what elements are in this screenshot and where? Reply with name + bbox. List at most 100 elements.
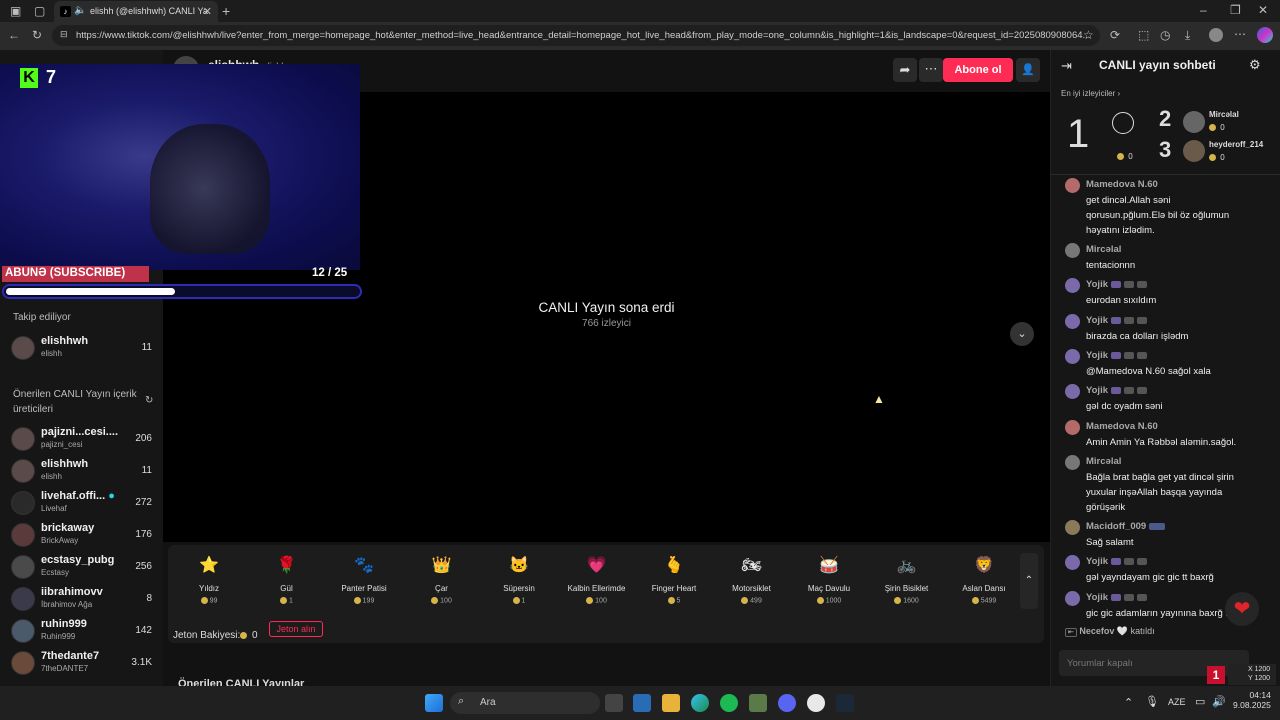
suggested-item[interactable]: 7thedante7 7theDANTE7 3.1K	[11, 649, 156, 677]
gift-item[interactable]: 💗 Kalbin Ellerimde 100	[561, 553, 633, 613]
speaker-icon[interactable]: 🔈	[74, 5, 86, 16]
suggested-item[interactable]: livehaf.offi... ● Livehaf 272	[11, 489, 156, 517]
download-icon[interactable]: ⤓	[1185, 28, 1190, 43]
suggested-item[interactable]: ecstasy_pubg Ecstasy 256	[11, 553, 156, 581]
game-app-icon[interactable]	[749, 694, 767, 712]
chat-username[interactable]: Macidoff_009	[1086, 521, 1166, 532]
chrome-icon[interactable]	[807, 694, 825, 712]
share-icon[interactable]: ➦	[893, 58, 917, 82]
close-icon[interactable]: ✕	[203, 5, 212, 18]
windows-start-icon[interactable]	[425, 694, 443, 712]
suggested-item[interactable]: ruhin999 Ruhin999 142	[11, 617, 156, 645]
refresh-icon[interactable]: ↻	[145, 395, 153, 406]
site-info-icon[interactable]: ⊟	[60, 29, 68, 40]
gift-item[interactable]: 🌹 Gül 1	[251, 553, 323, 613]
spotify-icon[interactable]	[720, 694, 738, 712]
gift-item[interactable]: 🥁 Maç Davulu 1000	[793, 553, 865, 613]
gift-icon: 🚲	[896, 557, 917, 574]
gift-item[interactable]: 🐾 Panter Patisi 199	[328, 553, 400, 613]
chat-username[interactable]: Yojik	[1086, 315, 1147, 326]
favorite-icon[interactable]: ☆	[1083, 28, 1094, 42]
language-indicator[interactable]: AZE	[1168, 697, 1186, 707]
chat-avatar[interactable]	[1065, 243, 1080, 258]
extensions-icon[interactable]: ⬚	[1138, 28, 1149, 42]
display-icon[interactable]: ▭	[1195, 695, 1205, 708]
chat-avatar[interactable]	[1065, 455, 1080, 470]
url-field[interactable]: ⊟ https://www.tiktok.com/@elishhwh/live?…	[52, 25, 1100, 46]
more-options-icon[interactable]: ⋯	[919, 58, 943, 82]
overlay-app-icon[interactable]: 1	[1207, 666, 1225, 684]
chat-avatar[interactable]	[1065, 420, 1080, 435]
refresh-ext-icon[interactable]: ⟳	[1110, 28, 1120, 42]
gift-item[interactable]: 🫰 Finger Heart 5	[638, 553, 710, 613]
task-view-icon[interactable]	[605, 694, 623, 712]
chat-username[interactable]: Mamedova N.60	[1086, 179, 1158, 190]
suggested-item[interactable]: elishhwh elishh 11	[11, 457, 156, 485]
chat-username[interactable]: Mamedova N.60	[1086, 421, 1158, 432]
file-explorer-icon[interactable]	[662, 694, 680, 712]
gift-item[interactable]: ⭐ Yıldız 99	[173, 553, 245, 613]
clock[interactable]: 04:14 9.08.2025	[1233, 690, 1271, 710]
gift-price: 1000	[793, 597, 865, 604]
gift-item[interactable]: 🏍 Motorsiklet 499	[716, 553, 788, 613]
chat-username[interactable]: Yojik	[1086, 385, 1147, 396]
gear-icon[interactable]: ⚙	[1249, 57, 1261, 73]
edge-icon[interactable]	[691, 694, 709, 712]
chat-avatar[interactable]	[1065, 314, 1080, 329]
get-coins-button[interactable]: Jeton alın	[269, 621, 323, 637]
collapse-chat-icon[interactable]: ⇥	[1061, 58, 1072, 74]
maximize-icon[interactable]: ❐	[1230, 3, 1241, 17]
chat-panel: ⇥ CANLI yayın sohbeti ⚙ En iyi izleyicil…	[1050, 50, 1280, 686]
minimize-icon[interactable]: –	[1200, 3, 1207, 17]
chevron-up-icon[interactable]: ⌃	[1020, 553, 1038, 609]
profile-avatar[interactable]	[1209, 28, 1223, 42]
chat-avatar[interactable]	[1065, 520, 1080, 535]
heart-reaction-button[interactable]: ❤	[1225, 592, 1259, 626]
follow-button[interactable]: Abone ol	[943, 58, 1013, 82]
rank-3-avatar[interactable]	[1183, 140, 1205, 162]
microphone-icon[interactable]: 🎙	[1145, 695, 1159, 708]
workspaces-icon[interactable]: ▣	[10, 4, 21, 18]
chat-avatar[interactable]	[1065, 178, 1080, 193]
new-tab-icon[interactable]: +	[222, 3, 230, 19]
top-viewers-link[interactable]: En iyi izleyiciler ›	[1061, 89, 1120, 98]
more-icon[interactable]: ⋯	[1234, 27, 1246, 41]
browser-tab[interactable]: ♪ 🔈 elishh (@elishhwh) CANLI Ya ✕	[54, 1, 218, 22]
chat-avatar[interactable]	[1065, 591, 1080, 606]
chat-username[interactable]: Mircəlal	[1086, 244, 1121, 255]
user-settings-icon[interactable]: 👤	[1016, 58, 1040, 82]
chat-username[interactable]: Mircəlal	[1086, 456, 1121, 467]
reload-icon[interactable]: ↻	[32, 28, 42, 42]
volume-icon[interactable]: 🔊	[1212, 695, 1226, 708]
chat-avatar[interactable]	[1065, 384, 1080, 399]
taskbar-search[interactable]: ⌕ Ara	[450, 692, 600, 714]
chat-avatar[interactable]	[1065, 349, 1080, 364]
chat-text: get dincəl.Allah səni qorusun.pğlum.Elə …	[1086, 195, 1230, 236]
widgets-icon[interactable]	[633, 694, 651, 712]
suggested-item[interactable]: iibrahimovv İbrahimov Ağa 8	[11, 585, 156, 613]
discord-icon[interactable]	[778, 694, 796, 712]
gift-item[interactable]: 🐱 Süpersin 1	[483, 553, 555, 613]
chat-username[interactable]: Yojik	[1086, 592, 1147, 603]
rank-2-avatar[interactable]	[1183, 111, 1205, 133]
suggested-item[interactable]: pajizni...cesi.... pajizni_cesi 206	[11, 425, 156, 453]
chevron-down-icon[interactable]: ⌄	[1010, 322, 1034, 346]
rank-1-avatar[interactable]	[1112, 112, 1134, 134]
steam-icon[interactable]	[836, 694, 854, 712]
gift-item[interactable]: 🦁 Aslan Dansı 5499	[948, 553, 1020, 613]
copilot-icon[interactable]	[1257, 27, 1273, 43]
following-item[interactable]: elishhwh elishh 11	[11, 334, 156, 362]
gift-item[interactable]: 👑 Çar 100	[406, 553, 478, 613]
chat-avatar[interactable]	[1065, 278, 1080, 293]
chat-username[interactable]: Yojik	[1086, 556, 1147, 567]
back-icon[interactable]: ←	[8, 28, 20, 42]
chat-username[interactable]: Yojik	[1086, 279, 1147, 290]
chat-avatar[interactable]	[1065, 555, 1080, 570]
gift-item[interactable]: 🚲 Şirin Bisiklet 1600	[871, 553, 943, 613]
chevron-up-icon[interactable]: ⌃	[1124, 696, 1133, 709]
history-icon[interactable]: ◷	[1160, 28, 1170, 42]
chat-username[interactable]: Yojik	[1086, 350, 1147, 361]
tab-actions-icon[interactable]: ▢	[34, 4, 45, 18]
suggested-item[interactable]: brickaway BrickAway 176	[11, 521, 156, 549]
window-close-icon[interactable]: ✕	[1258, 3, 1268, 17]
